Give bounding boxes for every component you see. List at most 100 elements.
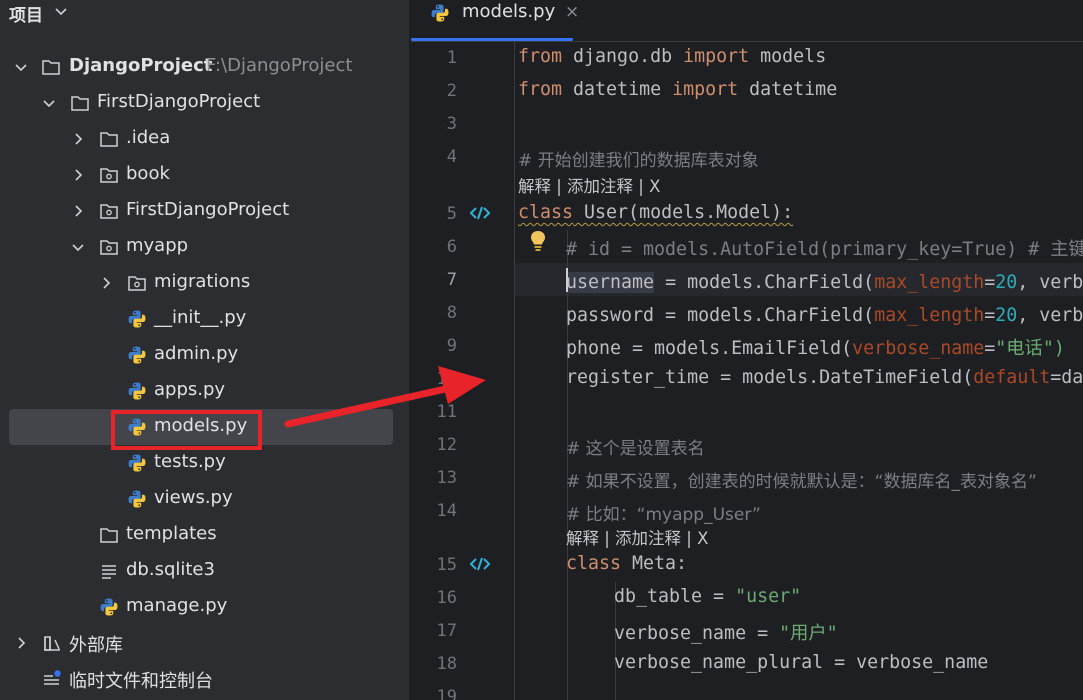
code-token: password = models.CharField(	[566, 305, 875, 326]
implemented-methods-icon[interactable]	[469, 205, 491, 221]
tree-item-label: tests.py	[154, 451, 226, 472]
annotation-highlight-box	[111, 410, 262, 450]
tree-item-label: 临时文件和控制台	[69, 671, 213, 692]
tab-label: models.py	[462, 1, 556, 22]
code-token: 20	[995, 305, 1018, 326]
chevron-down-icon[interactable]	[14, 60, 28, 74]
tree-item-myapp[interactable]: myapp	[9, 229, 393, 265]
python-file-icon	[128, 310, 146, 328]
python-file-icon	[100, 598, 118, 616]
python-file-icon	[128, 490, 146, 508]
chevron-right-icon[interactable]	[71, 132, 85, 146]
line-number: 17	[436, 621, 457, 641]
code-token: default	[973, 367, 1051, 388]
python-file-icon	[431, 4, 449, 22]
code-token: datetime	[738, 79, 838, 100]
line-number-gutter[interactable]: 1 2 3 4 5 6 7 8 9 10 11 12 13 14 15 16 1…	[411, 42, 515, 700]
line-number: 14	[436, 501, 457, 521]
tree-item-firstdjangoproject-package[interactable]: FirstDjangoProject	[9, 193, 393, 229]
tree-item-label: __init__.py	[154, 307, 247, 328]
tree-item-label: migrations	[154, 271, 251, 292]
code-line-17: verbose_name = "用户"	[614, 619, 838, 645]
tree-item-label: db.sqlite3	[126, 559, 215, 580]
project-tool-window: 项目 DjangoProject F:\DjangoProject FirstD…	[0, 0, 410, 700]
code-vision-hint[interactable]: 解释 | 添加注释 | X	[518, 173, 660, 197]
line-number: 6	[446, 237, 457, 257]
tree-item-admin-py[interactable]: admin.py	[9, 337, 393, 373]
tree-item-book[interactable]: book	[9, 157, 393, 193]
tree-item-views-py[interactable]: views.py	[9, 481, 393, 517]
code-token: = models.CharField(	[654, 272, 875, 293]
code-token: max_length	[874, 272, 985, 293]
close-tab-button[interactable]: ×	[565, 2, 579, 22]
code-line-10: register_time = models.DateTimeField(def…	[566, 367, 1083, 388]
tree-item-manage-py[interactable]: manage.py	[9, 589, 393, 625]
tree-item-external-libraries[interactable]: 外部库	[9, 625, 393, 661]
line-number: 10	[436, 369, 457, 389]
line-number: 5	[446, 204, 457, 224]
python-file-icon	[128, 382, 146, 400]
chevron-right-icon[interactable]	[14, 636, 28, 650]
code-line-16: db_table = "user"	[614, 586, 801, 607]
tree-item-firstdjangoproject[interactable]: FirstDjangoProject	[9, 85, 393, 121]
code-line-4: # 开始创建我们的数据库表对象	[518, 151, 759, 171]
code-token: from	[518, 79, 563, 100]
tree-item-label: templates	[126, 523, 217, 544]
line-number: 4	[446, 147, 457, 167]
code-token: max_length	[874, 305, 985, 326]
code-token: =	[984, 305, 996, 326]
tree-item-label: book	[126, 163, 170, 184]
code-token: "电话")	[995, 338, 1065, 359]
tab-models-py[interactable]: models.py ×	[411, 0, 587, 42]
folder-icon	[100, 528, 118, 543]
code-line-13: # 如果不设置，创建表的时候就默认是：“数据库名_表对象名”	[566, 472, 1037, 492]
tree-item-init-py[interactable]: __init__.py	[9, 301, 393, 337]
line-number: 8	[446, 303, 457, 323]
chevron-down-icon[interactable]	[42, 96, 56, 110]
tree-item-label: myapp	[126, 235, 189, 256]
code-area[interactable]: from django.db import models from dateti…	[515, 42, 1083, 700]
tree-item-djangoproject[interactable]: DjangoProject F:\DjangoProject	[9, 49, 393, 85]
code-token: db_table =	[614, 586, 736, 607]
code-line-2: from datetime import datetime	[518, 79, 837, 100]
line-number: 15	[436, 555, 457, 575]
code-token: class	[566, 553, 622, 574]
chevron-right-icon[interactable]	[99, 276, 113, 290]
code-token: phone = models.EmailField(	[566, 338, 853, 359]
line-number: 13	[436, 468, 457, 488]
chevron-down-icon[interactable]	[71, 240, 85, 254]
code-token: 20	[995, 272, 1018, 293]
code-token: username	[566, 272, 655, 293]
tree-item-migrations[interactable]: migrations	[9, 265, 393, 301]
code-token: import	[683, 46, 750, 67]
tree-item-apps-py[interactable]: apps.py	[9, 373, 393, 409]
code-line-18: verbose_name_plural = verbose_name	[614, 652, 989, 673]
line-number: 11	[436, 402, 457, 422]
line-number: 1	[446, 48, 457, 68]
tree-item-db-sqlite3[interactable]: db.sqlite3	[9, 553, 393, 589]
tree-item-label: apps.py	[154, 379, 226, 400]
code-line-12: # 这个是设置表名	[566, 439, 705, 459]
tree-item-templates[interactable]: templates	[9, 517, 393, 553]
chevron-right-icon[interactable]	[71, 168, 85, 182]
tree-item-label: manage.py	[126, 595, 228, 616]
lightbulb-icon[interactable]	[529, 230, 547, 252]
chevron-down-icon[interactable]	[53, 3, 69, 19]
project-view-header[interactable]: 项目	[0, 0, 409, 26]
line-number: 16	[436, 588, 457, 608]
code-token: class	[518, 202, 574, 223]
tree-item-scratches-and-consoles[interactable]: 临时文件和控制台	[9, 661, 393, 697]
tree-item-label: admin.py	[154, 343, 239, 364]
tree-item-idea[interactable]: .idea	[9, 121, 393, 157]
code-line-15: class Meta:	[566, 553, 687, 574]
tree-item-tests-py[interactable]: tests.py	[9, 445, 393, 481]
package-folder-icon	[100, 168, 118, 183]
folder-icon	[42, 60, 60, 75]
implemented-methods-icon[interactable]	[469, 556, 491, 572]
code-token: "用户"	[779, 623, 838, 644]
code-vision-hint[interactable]: 解释 | 添加注释 | X	[566, 525, 708, 549]
tree-item-label: DjangoProject	[69, 55, 213, 76]
code-token: , verbose_name="密码")	[1017, 305, 1083, 326]
chevron-right-icon[interactable]	[71, 204, 85, 218]
project-view-title[interactable]: 项目	[9, 1, 43, 26]
